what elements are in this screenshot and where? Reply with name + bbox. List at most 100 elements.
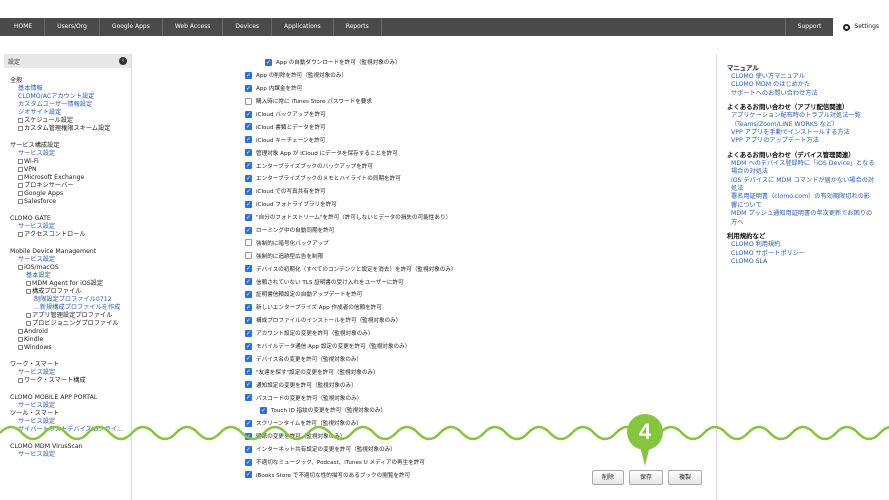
checkbox-checked[interactable] — [245, 161, 252, 170]
checkbox-checked[interactable] — [245, 445, 252, 454]
sidebar-link[interactable]: カスタムユーザー情報設定 — [10, 101, 131, 109]
help-link[interactable]: 方へ — [727, 219, 889, 227]
checkbox-checked[interactable] — [245, 277, 252, 286]
sidebar-link[interactable]: サービス設定 — [10, 418, 131, 426]
checkbox-checked[interactable] — [245, 122, 252, 131]
help-link[interactable]: CLOMO 利用規約 — [727, 241, 889, 249]
checkbox-checked[interactable] — [245, 174, 252, 183]
checkbox-unchecked[interactable] — [245, 252, 252, 260]
expand-toggle-icon[interactable] — [18, 231, 23, 237]
checkbox-checked[interactable] — [245, 148, 252, 157]
expand-toggle-icon[interactable] — [18, 198, 23, 204]
checkbox-checked[interactable] — [245, 187, 252, 196]
nav-tab-reports[interactable]: Reports — [334, 18, 382, 36]
checkbox-checked[interactable] — [245, 84, 252, 93]
nav-tab-applications[interactable]: Applications — [272, 18, 334, 36]
sidebar-node[interactable]: VPN — [10, 166, 131, 174]
sidebar-link[interactable]: サービス設定 — [10, 402, 131, 410]
expand-toggle-icon[interactable] — [26, 312, 31, 318]
checkbox-checked[interactable] — [245, 226, 252, 235]
help-link[interactable]: 場合の対処法 — [727, 168, 889, 176]
expand-toggle-icon[interactable] — [18, 344, 23, 350]
expand-toggle-icon[interactable] — [26, 320, 31, 326]
checkbox-checked[interactable] — [245, 290, 252, 299]
expand-toggle-icon[interactable] — [18, 264, 23, 270]
help-link[interactable]: CLOMO SLA — [727, 258, 889, 266]
expand-toggle-icon[interactable] — [18, 158, 23, 164]
sidebar-node[interactable]: プロビジョニングプロファイル — [10, 320, 131, 328]
checkbox-checked[interactable] — [245, 367, 252, 376]
sidebar-node[interactable]: 構成プロファイル — [10, 288, 131, 296]
help-link[interactable]: サポートへのお問い合わせ方法 — [727, 90, 889, 98]
expand-toggle-icon[interactable] — [18, 174, 23, 180]
checkbox-unchecked[interactable] — [245, 97, 252, 105]
sidebar-node[interactable]: ワーク・スマート構成 — [10, 377, 131, 385]
checkbox-checked[interactable] — [245, 303, 252, 312]
sidebar-node[interactable]: Windows — [10, 344, 131, 352]
checkbox-checked[interactable] — [245, 458, 252, 467]
sidebar-link[interactable]: サービス設定 — [10, 369, 131, 377]
help-link[interactable]: 署名用証明書（clomo.com）の有効期限切れの影 — [727, 193, 889, 201]
checkbox-checked[interactable] — [245, 135, 252, 144]
sidebar-node[interactable]: アプリ管理設定プロファイル — [10, 312, 131, 320]
expand-toggle-icon[interactable] — [26, 288, 31, 294]
help-link[interactable]: CLOMO MDM のはじめかた — [727, 81, 889, 89]
nav-tab-home[interactable]: HOME — [0, 18, 46, 36]
sidebar-link[interactable]: ...新規構成プロファイルを作成 — [10, 304, 131, 312]
sidebar-link[interactable]: サービス設定 — [10, 223, 131, 231]
sidebar-node[interactable]: Wi-Fi — [10, 158, 131, 166]
expand-toggle-icon[interactable] — [18, 182, 23, 188]
sidebar-link[interactable]: 制限設定プロファイル0712 — [10, 296, 131, 304]
expand-toggle-icon[interactable] — [18, 328, 23, 334]
delete-button[interactable]: 削除 — [592, 470, 624, 485]
sidebar-node[interactable]: Android — [10, 328, 131, 336]
checkbox-checked[interactable] — [245, 316, 252, 325]
help-link[interactable]: アプリケーション配布時のトラブル対処法一覧 — [727, 112, 889, 120]
checkbox-checked[interactable] — [245, 432, 252, 441]
expand-toggle-icon[interactable] — [18, 125, 23, 131]
checkbox-checked[interactable] — [245, 329, 252, 338]
sidebar-node[interactable]: iOS/macOS — [10, 264, 131, 272]
collapse-left-icon[interactable]: ‹ — [119, 57, 127, 65]
sidebar-link[interactable]: ジオサイト設定 — [10, 109, 131, 117]
duplicate-button[interactable]: 複製 — [668, 470, 702, 485]
checkbox-checked[interactable] — [265, 58, 272, 67]
expand-toggle-icon[interactable] — [18, 190, 23, 196]
save-button[interactable]: 保存 — [629, 470, 663, 485]
nav-tab-google-apps[interactable]: Google Apps — [100, 18, 163, 36]
nav-tab-users-org[interactable]: Users/Org — [45, 18, 100, 36]
sidebar-node[interactable]: Kindle — [10, 336, 131, 344]
checkbox-checked[interactable] — [245, 342, 252, 351]
sidebar-node[interactable]: カスタム管理権限スキーム設定 — [10, 125, 131, 133]
checkbox-checked[interactable] — [245, 419, 252, 428]
checkbox-checked[interactable] — [245, 110, 252, 119]
support-tab[interactable]: Support — [784, 18, 834, 36]
sidebar-node[interactable]: MDM Agent for iOS設定 — [10, 280, 131, 288]
help-link[interactable]: CLOMO サポートポリシー — [727, 250, 889, 258]
sidebar-node[interactable]: Google Apps — [10, 190, 131, 198]
expand-toggle-icon[interactable] — [18, 166, 23, 172]
help-link[interactable]: VPP アプリのアップデート方法 — [727, 137, 889, 145]
settings-tab[interactable]: Settings — [833, 18, 889, 36]
help-link[interactable]: （Teams/Zoom/LINE WORKS など） — [727, 121, 889, 129]
checkbox-checked[interactable] — [245, 380, 252, 389]
expand-toggle-icon[interactable] — [18, 336, 23, 342]
checkbox-checked[interactable] — [245, 200, 252, 209]
expand-toggle-icon[interactable] — [18, 117, 23, 123]
sidebar-link[interactable]: 基本設定 — [10, 272, 131, 280]
checkbox-checked[interactable] — [260, 406, 267, 415]
sidebar-link[interactable]: サイバートラストデバイスIDクライ... — [10, 426, 131, 434]
checkbox-checked[interactable] — [245, 264, 252, 273]
sidebar-node[interactable]: プロキシサーバー — [10, 182, 131, 190]
help-link[interactable]: MDM へのデバイス登録時に「iOS Device」となる — [727, 160, 889, 168]
sidebar-link[interactable]: サービス設定 — [10, 256, 131, 264]
help-link[interactable]: CLOMO 使い方マニュアル — [727, 73, 889, 81]
checkbox-checked[interactable] — [245, 470, 252, 479]
checkbox-checked[interactable] — [245, 71, 252, 80]
nav-tab-web-access[interactable]: Web Access — [163, 18, 224, 36]
sidebar-node[interactable]: Salesforce — [10, 198, 131, 206]
expand-toggle-icon[interactable] — [26, 280, 31, 286]
help-link[interactable]: MDM プッシュ通知用証明書の年次更新でお困りの — [727, 210, 889, 218]
sidebar-node[interactable]: スケジュール設定 — [10, 117, 131, 125]
checkbox-checked[interactable] — [245, 213, 252, 222]
